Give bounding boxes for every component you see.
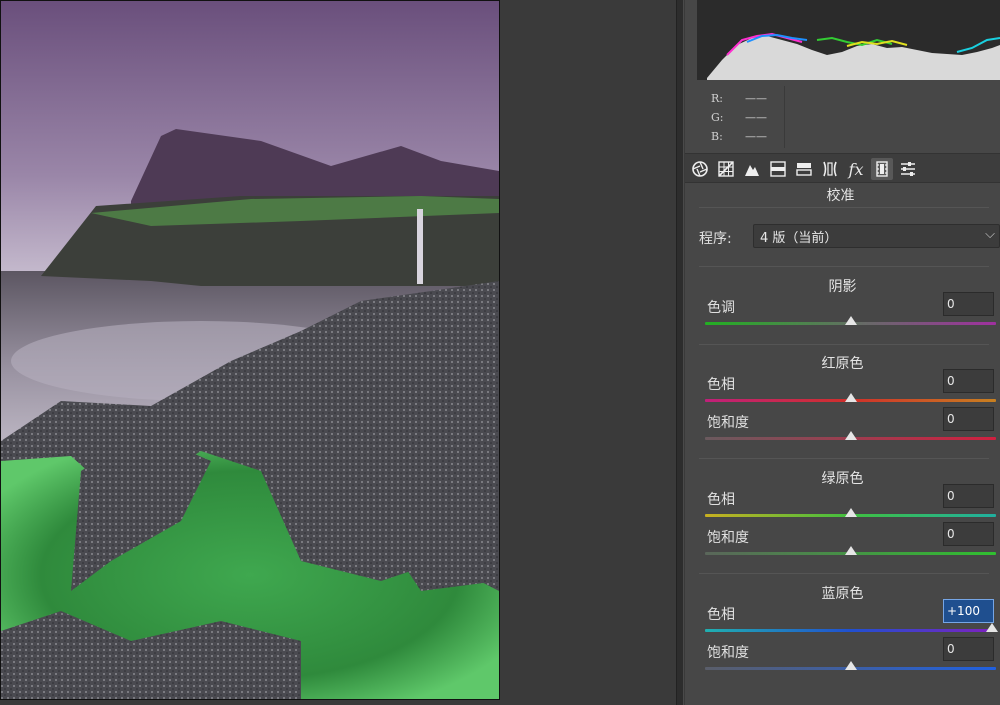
rgb-value: ——	[745, 92, 767, 105]
slider-thumb[interactable]	[845, 393, 857, 402]
blue-hue-slider[interactable]	[705, 623, 998, 637]
blue-saturation-slider[interactable]	[705, 661, 996, 675]
blue-hue-input[interactable]: +100	[943, 599, 994, 623]
split-toning-icon[interactable]	[793, 158, 815, 180]
camera-raw-window: R: —— G: —— B: —— fx 校准 程序: 4 版（当前） ⌵ 阴影…	[0, 0, 1000, 705]
green-hue-input[interactable]: 0	[943, 484, 994, 508]
shadows-tint-input[interactable]: 0	[943, 292, 994, 316]
divider	[699, 207, 989, 208]
slider-thumb[interactable]	[845, 431, 857, 440]
rgb-value: ——	[745, 130, 767, 143]
calibration-film-icon[interactable]	[871, 158, 893, 180]
histogram-graph	[707, 32, 1000, 80]
divider	[699, 573, 989, 574]
tone-curve-grid-icon[interactable]	[715, 158, 737, 180]
blue-hue-label: 色相	[707, 607, 735, 623]
shadows-tint-slider[interactable]	[705, 316, 996, 330]
slider-track	[705, 629, 996, 632]
divider	[699, 458, 989, 459]
green-hue-slider[interactable]	[705, 508, 996, 522]
rgb-row-r: R: ——	[711, 92, 767, 105]
rgb-row-b: B: ——	[711, 130, 767, 143]
rgb-label: G:	[711, 111, 724, 124]
basic-aperture-icon[interactable]	[689, 158, 711, 180]
rgb-label: R:	[711, 92, 723, 105]
shadows-tint-label: 色调	[707, 300, 735, 316]
slider-thumb[interactable]	[845, 316, 857, 325]
red-saturation-input[interactable]: 0	[943, 407, 994, 431]
effects-fx-icon[interactable]: fx	[845, 158, 867, 180]
rgb-readout: R: —— G: —— B: ——	[685, 86, 785, 148]
lens-correction-icon[interactable]	[819, 158, 841, 180]
hsl-icon[interactable]	[767, 158, 789, 180]
divider	[699, 344, 989, 345]
panel-tabs: fx	[685, 153, 1000, 183]
chevron-down-icon: ⌵	[985, 227, 995, 242]
green-hue-label: 色相	[707, 492, 735, 508]
blue-saturation-label: 饱和度	[707, 645, 749, 661]
slider-thumb[interactable]	[845, 508, 857, 517]
landscape-photo	[1, 1, 499, 699]
green-saturation-input[interactable]: 0	[943, 522, 994, 546]
rgb-row-g: G: ——	[711, 111, 767, 124]
red-saturation-label: 饱和度	[707, 415, 749, 431]
histogram	[697, 0, 1000, 80]
presets-sliders-icon[interactable]	[897, 158, 919, 180]
slider-thumb[interactable]	[845, 661, 857, 670]
red-hue-label: 色相	[707, 377, 735, 393]
program-select-value: 4 版（当前）	[760, 231, 838, 246]
adjustment-panel: R: —— G: —— B: —— fx 校准 程序: 4 版（当前） ⌵ 阴影…	[685, 0, 1000, 705]
red-hue-input[interactable]: 0	[943, 369, 994, 393]
green-saturation-label: 饱和度	[707, 530, 749, 546]
rgb-value: ——	[745, 111, 767, 124]
slider-thumb[interactable]	[845, 546, 857, 555]
red-saturation-slider[interactable]	[705, 431, 996, 445]
detail-triangle-icon[interactable]	[741, 158, 763, 180]
panel-divider[interactable]	[676, 0, 684, 705]
slider-thumb[interactable]	[986, 623, 998, 632]
program-label: 程序:	[699, 231, 732, 247]
divider	[699, 266, 989, 267]
green-saturation-slider[interactable]	[705, 546, 996, 560]
rgb-label: B:	[711, 130, 723, 143]
photo-preview[interactable]	[0, 0, 500, 700]
blue-saturation-input[interactable]: 0	[943, 637, 994, 661]
program-select[interactable]: 4 版（当前） ⌵	[753, 224, 1000, 248]
panel-title: 校准	[826, 188, 855, 204]
red-hue-slider[interactable]	[705, 393, 996, 407]
